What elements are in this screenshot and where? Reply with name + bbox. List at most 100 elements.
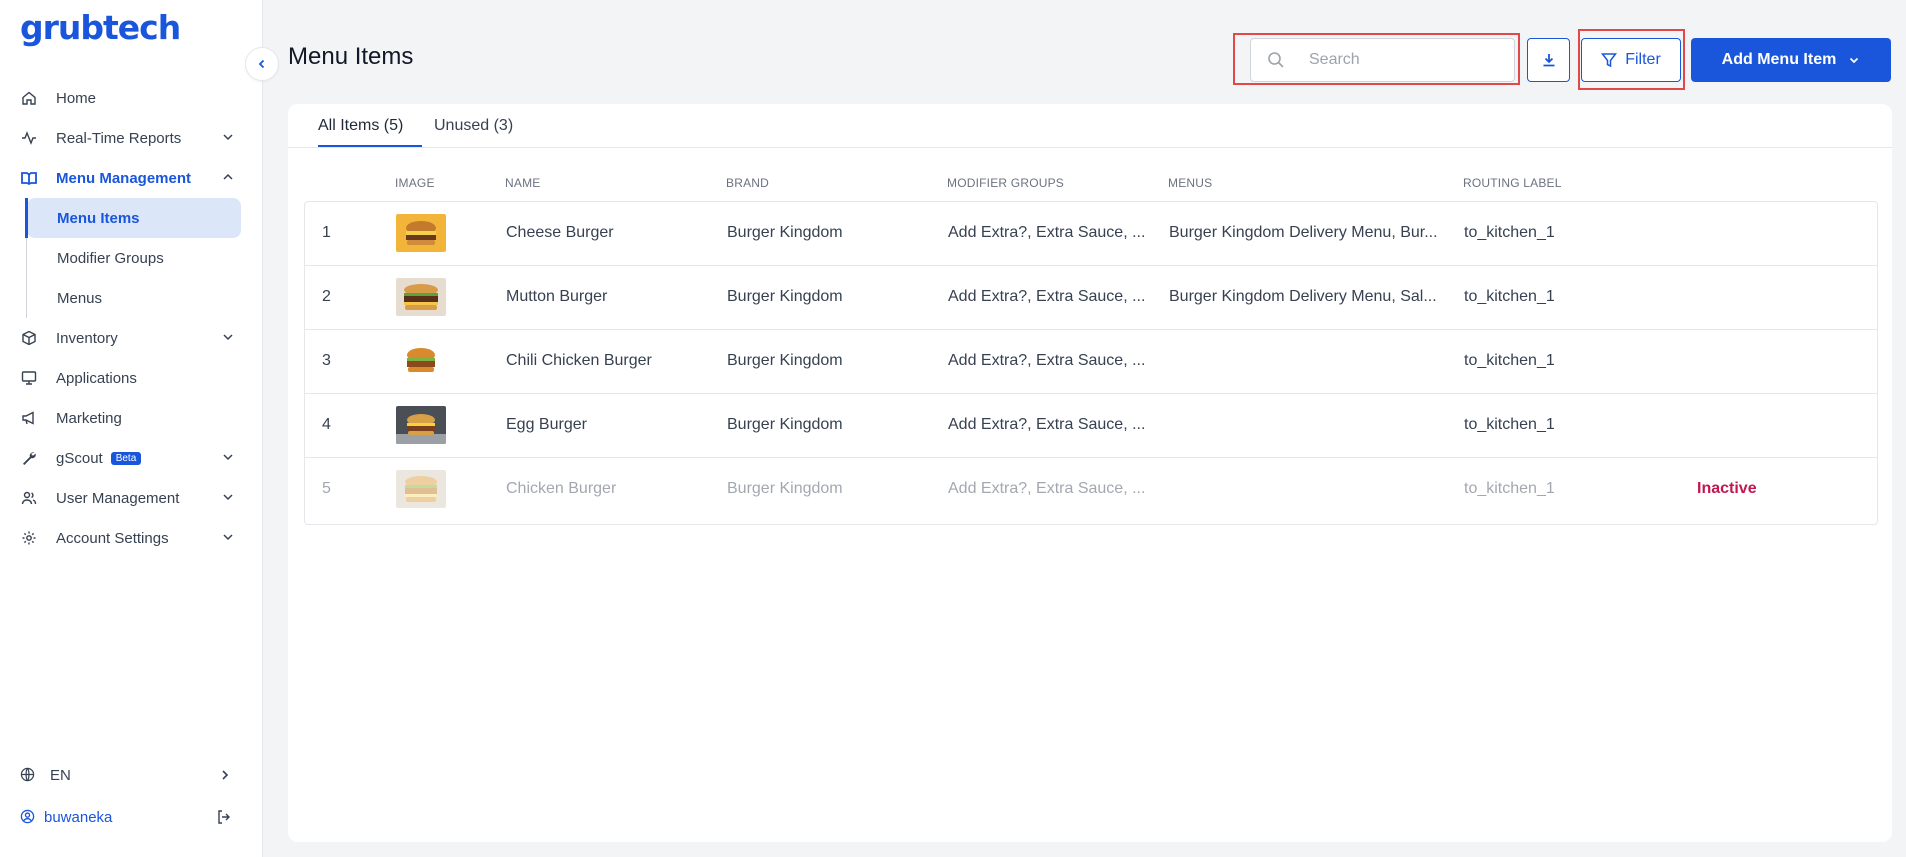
row-index: 1 <box>322 224 331 241</box>
sidebar-nav: Home Real-Time Reports Menu Management M… <box>0 78 263 558</box>
sidebar-item-inventory[interactable]: Inventory <box>0 318 263 358</box>
home-icon <box>20 89 38 107</box>
cheese-burger-image <box>396 214 446 252</box>
language-selector[interactable]: EN <box>20 764 240 786</box>
gear-icon <box>20 529 38 547</box>
item-modifier-groups: Add Extra?, Extra Sauce, ... <box>948 224 1146 241</box>
row-index: 5 <box>322 480 331 497</box>
chevron-right-icon <box>218 768 232 786</box>
item-modifier-groups: Add Extra?, Extra Sauce, ... <box>948 352 1146 369</box>
chevron-down-icon <box>221 450 235 464</box>
sidebar-item-label: Account Settings <box>56 529 169 547</box>
tab-unused[interactable]: Unused (3) <box>434 117 513 135</box>
sidebar-subitem-menus[interactable]: Menus <box>27 278 241 318</box>
sidebar-item-account-settings[interactable]: Account Settings <box>0 518 263 558</box>
chevron-up-icon <box>221 170 235 184</box>
status-badge: Inactive <box>1697 480 1757 497</box>
tab-all-items[interactable]: All Items (5) <box>318 117 403 135</box>
sidebar-subitem-modifier-groups[interactable]: Modifier Groups <box>27 238 241 278</box>
item-name[interactable]: Cheese Burger <box>506 224 614 242</box>
item-routing-label: to_kitchen_1 <box>1464 352 1555 369</box>
column-header-image: IMAGE <box>395 176 435 190</box>
sidebar-item-user-management[interactable]: User Management <box>0 478 263 518</box>
box-icon <box>20 329 38 347</box>
activity-icon <box>20 129 38 147</box>
add-menu-item-button[interactable]: Add Menu Item <box>1691 38 1891 82</box>
item-routing-label: to_kitchen_1 <box>1464 224 1555 241</box>
users-icon <box>20 489 38 507</box>
item-brand: Burger Kingdom <box>727 416 843 433</box>
active-tab-indicator <box>318 145 422 147</box>
table-row[interactable]: 2 Mutton Burger Burger Kingdom Add Extra… <box>305 266 1877 330</box>
sidebar-item-label: Menu Management <box>56 169 192 187</box>
table-row[interactable]: 5 Chicken Burger Burger Kingdom Add Extr… <box>305 458 1877 522</box>
language-label: EN <box>50 766 71 784</box>
menu-items-panel: All Items (5) Unused (3) IMAGE NAME BRAN… <box>288 104 1892 842</box>
sidebar-item-label: Real-Time Reports <box>56 129 182 147</box>
sidebar-item-menu-management[interactable]: Menu Management <box>0 158 263 198</box>
sidebar-item-gscout[interactable]: gScout Beta <box>0 438 263 478</box>
sidebar-item-label: Inventory <box>56 329 118 347</box>
item-routing-label: to_kitchen_1 <box>1464 416 1555 433</box>
row-index: 3 <box>322 352 331 369</box>
sidebar-item-label: Marketing <box>56 409 122 427</box>
item-brand: Burger Kingdom <box>727 352 843 369</box>
mutton-burger-image <box>396 278 446 316</box>
chevron-down-icon <box>221 330 235 344</box>
user-circle-icon <box>20 809 36 825</box>
item-modifier-groups: Add Extra?, Extra Sauce, ... <box>948 288 1146 305</box>
item-name[interactable]: Mutton Burger <box>506 288 607 306</box>
item-brand: Burger Kingdom <box>727 288 843 305</box>
sidebar: grubtech Home Real-Time Reports Menu Man… <box>0 0 263 857</box>
sidebar-item-label: Home <box>56 89 97 107</box>
sidebar-item-real-time-reports[interactable]: Real-Time Reports <box>0 118 263 158</box>
chevron-down-icon <box>221 490 235 504</box>
menu-management-submenu: Menu Items Modifier Groups Menus <box>25 198 263 318</box>
download-button[interactable] <box>1527 38 1570 82</box>
chevron-down-icon <box>221 530 235 544</box>
table-row[interactable]: 3 Chili Chicken Burger Burger Kingdom Ad… <box>305 330 1877 394</box>
item-name[interactable]: Chicken Burger <box>506 480 616 498</box>
sidebar-item-applications[interactable]: Applications <box>0 358 263 398</box>
globe-icon <box>20 767 36 783</box>
sidebar-subitem-menu-items[interactable]: Menu Items <box>25 198 241 238</box>
logout-icon[interactable] <box>216 809 232 829</box>
column-header-modifier-groups: MODIFIER GROUPS <box>947 176 1065 190</box>
beta-badge: Beta <box>110 451 142 465</box>
search-highlight-box <box>1233 33 1520 85</box>
item-name[interactable]: Egg Burger <box>506 416 587 434</box>
item-brand: Burger Kingdom <box>727 480 843 497</box>
item-name[interactable]: Chili Chicken Burger <box>506 352 652 370</box>
sidebar-item-label: Applications <box>56 369 137 387</box>
item-menus: Burger Kingdom Delivery Menu, Bur... <box>1169 224 1438 241</box>
user-profile[interactable]: buwaneka <box>20 806 240 828</box>
column-header-name: NAME <box>505 176 541 190</box>
wrench-icon <box>20 449 38 467</box>
table-row[interactable]: 4 Egg Burger Burger Kingdom Add Extra?, … <box>305 394 1877 458</box>
page-title: Menu Items <box>288 43 414 70</box>
item-routing-label: to_kitchen_1 <box>1464 288 1555 305</box>
tab-bar: All Items (5) Unused (3) <box>288 104 1892 148</box>
book-icon <box>20 169 38 187</box>
sidebar-item-label: gScout <box>56 449 103 467</box>
download-icon <box>1543 54 1554 67</box>
grubtech-logo[interactable]: grubtech <box>20 8 181 47</box>
chicken-burger-image <box>396 470 446 508</box>
row-index: 4 <box>322 416 331 433</box>
add-menu-item-label: Add Menu Item <box>1721 51 1837 68</box>
megaphone-icon <box>20 409 38 427</box>
chevron-down-icon <box>221 130 235 144</box>
item-routing-label: to_kitchen_1 <box>1464 480 1555 497</box>
sidebar-item-marketing[interactable]: Marketing <box>0 398 263 438</box>
column-header-brand: BRAND <box>726 176 770 190</box>
sidebar-item-label: User Management <box>56 489 180 507</box>
egg-burger-image <box>396 406 446 444</box>
menu-items-table: 1 Cheese Burger Burger Kingdom Add Extra… <box>304 201 1878 525</box>
table-row[interactable]: 1 Cheese Burger Burger Kingdom Add Extra… <box>305 202 1877 266</box>
row-index: 2 <box>322 288 331 305</box>
sidebar-item-home[interactable]: Home <box>0 78 263 118</box>
item-modifier-groups: Add Extra?, Extra Sauce, ... <box>948 480 1146 497</box>
collapse-sidebar-button[interactable] <box>245 47 279 81</box>
chevron-down-icon <box>1850 57 1859 64</box>
column-header-menus: MENUS <box>1168 176 1213 190</box>
